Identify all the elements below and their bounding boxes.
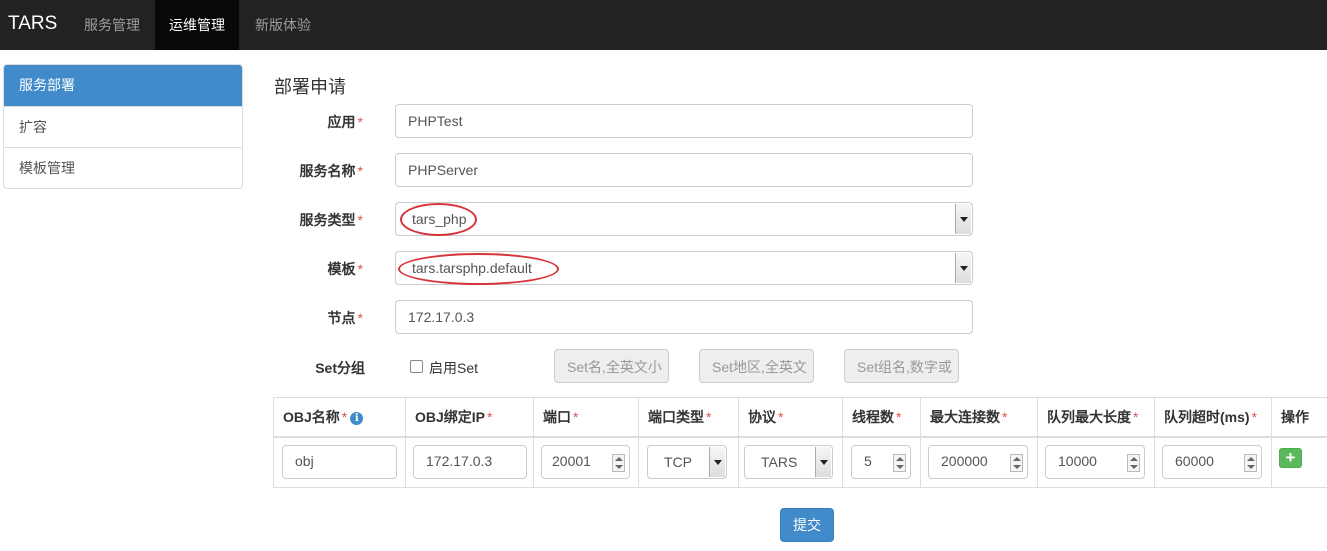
stepper-icon[interactable]	[893, 454, 906, 472]
dropdown-arrow-icon[interactable]	[955, 253, 971, 283]
app-label: 应用 *	[327, 114, 363, 130]
required-mark: *	[357, 163, 363, 179]
brand-logo[interactable]: TARS	[8, 13, 57, 35]
dropdown-arrow-icon[interactable]	[709, 447, 725, 477]
column-header-max-connections: 最大连接数 *	[920, 398, 1037, 436]
server-type-select[interactable]: tars_php	[395, 202, 973, 236]
queue-timeout-value: 60000	[1175, 453, 1214, 469]
threads-value: 5	[864, 453, 872, 469]
nav-item-ops-management[interactable]: 运维管理	[155, 0, 239, 50]
set-name-input[interactable]: Set名,全英文小	[554, 349, 669, 383]
column-header-bind-ip: OBJ绑定IP *	[405, 398, 533, 436]
required-mark: *	[357, 310, 363, 326]
column-header-port-type: 端口类型 *	[638, 398, 738, 436]
max-connections-value: 200000	[941, 453, 988, 469]
nav-item-service-management[interactable]: 服务管理	[70, 0, 154, 50]
port-type-select[interactable]: TCP	[647, 445, 727, 479]
bind-ip-input[interactable]: 172.17.0.3	[413, 445, 527, 479]
required-mark: *	[357, 114, 363, 130]
set-area-input[interactable]: Set地区,全英文	[699, 349, 814, 383]
sidebar-item-expand[interactable]: 扩容	[4, 106, 242, 147]
stepper-icon[interactable]	[612, 454, 625, 472]
dropdown-arrow-icon[interactable]	[955, 204, 971, 234]
info-icon[interactable]: i	[350, 412, 364, 425]
column-header-queue-cap: 队列最大长度 *	[1037, 398, 1154, 436]
sidebar: 服务部署 扩容 模板管理	[3, 64, 243, 189]
column-header-threads: 线程数 *	[842, 398, 920, 436]
column-header-queue-timeout: 队列超时(ms) *	[1154, 398, 1271, 436]
queue-cap-input[interactable]: 10000	[1045, 445, 1145, 479]
server-name-label: 服务名称 *	[299, 163, 363, 179]
template-label: 模板 *	[327, 261, 363, 277]
port-value: 20001	[552, 453, 591, 469]
node-label: 节点 *	[327, 310, 363, 326]
dropdown-arrow-icon[interactable]	[815, 447, 831, 477]
plus-icon[interactable]: +	[1279, 448, 1302, 468]
protocol-value: TARS	[761, 454, 798, 470]
column-header-protocol: 协议 *	[738, 398, 842, 436]
required-mark: *	[357, 261, 363, 277]
app-input[interactable]: PHPTest	[395, 104, 973, 138]
top-navbar: TARS 服务管理 运维管理 新版体验	[0, 0, 1327, 50]
enable-set-checkbox[interactable]	[410, 360, 423, 373]
submit-button[interactable]: 提交	[780, 508, 834, 542]
server-type-label: 服务类型 *	[299, 212, 363, 228]
nav-item-new-version[interactable]: 新版体验	[241, 0, 325, 50]
sidebar-item-deploy[interactable]: 服务部署	[4, 65, 242, 106]
port-type-value: TCP	[664, 454, 692, 470]
set-group-label: Set分组	[315, 360, 365, 376]
server-name-input[interactable]: PHPServer	[395, 153, 973, 187]
column-header-obj-name: OBJ名称 * i	[274, 398, 405, 436]
stepper-icon[interactable]	[1127, 454, 1140, 472]
annotation-circle	[400, 203, 477, 236]
stepper-icon[interactable]	[1244, 454, 1257, 472]
set-group-input[interactable]: Set组名,数字或	[844, 349, 959, 383]
max-connections-input[interactable]: 200000	[928, 445, 1028, 479]
protocol-select[interactable]: TARS	[744, 445, 833, 479]
threads-input[interactable]: 5	[851, 445, 911, 479]
stepper-icon[interactable]	[1010, 454, 1023, 472]
annotation-circle	[398, 253, 559, 285]
obj-name-input[interactable]: obj	[282, 445, 397, 479]
queue-cap-value: 10000	[1058, 453, 1097, 469]
node-input[interactable]: 172.17.0.3	[395, 300, 973, 334]
required-mark: *	[357, 212, 363, 228]
enable-set-label: 启用Set	[429, 360, 479, 376]
port-input[interactable]: 20001	[541, 445, 630, 479]
sidebar-item-template-management[interactable]: 模板管理	[4, 147, 242, 188]
column-header-port: 端口 *	[533, 398, 638, 436]
queue-timeout-input[interactable]: 60000	[1162, 445, 1262, 479]
column-header-actions: 操作	[1271, 398, 1327, 436]
page-title: 部署申请	[274, 77, 346, 97]
